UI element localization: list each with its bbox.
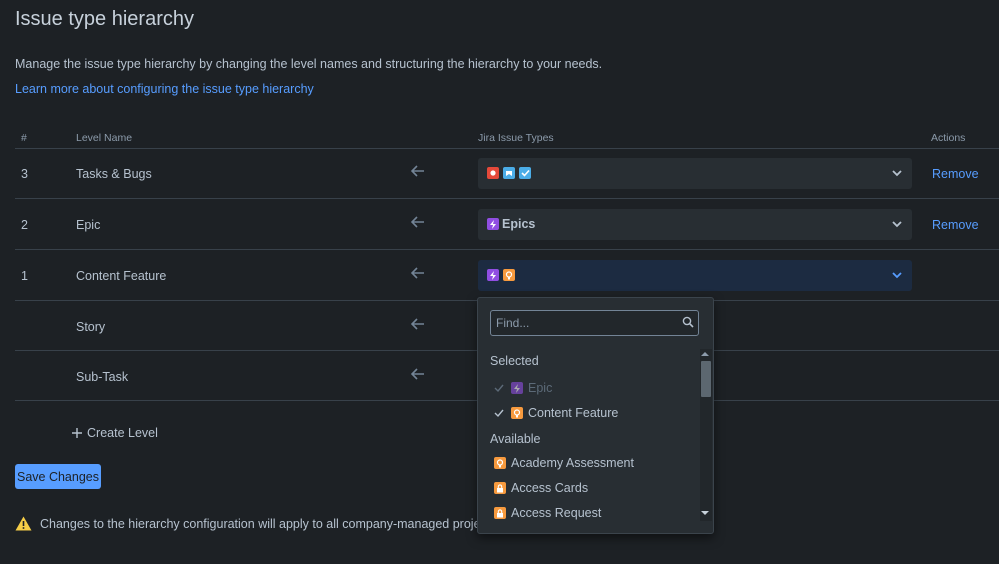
row-number: 2 <box>21 218 28 232</box>
remove-button[interactable]: Remove <box>932 167 979 181</box>
epic-icon <box>511 382 523 394</box>
header-issue-types: Jira Issue Types <box>478 132 554 144</box>
warning-icon <box>15 516 32 531</box>
find-input[interactable] <box>491 311 676 335</box>
feature-icon <box>511 407 523 419</box>
option-label: Access Cards <box>511 481 589 495</box>
check-icon <box>494 409 504 418</box>
chevron-down-icon <box>892 272 902 279</box>
level-name: Sub-Task <box>76 370 129 384</box>
chevron-down-icon <box>892 170 902 177</box>
save-changes-button[interactable]: Save Changes <box>15 464 101 489</box>
plus-icon <box>72 428 82 438</box>
scrollbar-thumb[interactable] <box>701 361 711 397</box>
row-number: 1 <box>21 269 28 283</box>
header-actions: Actions <box>931 132 966 144</box>
option-content-feature[interactable]: Content Feature <box>478 402 698 424</box>
remove-button[interactable]: Remove <box>932 218 979 232</box>
feature-icon <box>503 269 515 281</box>
divider <box>15 198 999 199</box>
option-label: Access Request <box>511 506 602 520</box>
arrow-left-icon <box>411 318 427 332</box>
issue-types-select-content-feature[interactable] <box>478 260 912 291</box>
arrow-left-icon <box>411 216 427 230</box>
divider <box>15 148 999 149</box>
arrow-left-icon <box>411 267 427 281</box>
find-field[interactable] <box>490 310 699 336</box>
arrow-left-icon <box>411 368 427 382</box>
divider <box>15 249 999 250</box>
option-epic: Epic <box>478 377 698 399</box>
option-access-cards[interactable]: Access Cards <box>478 477 714 499</box>
epic-icon <box>487 218 499 230</box>
lock-icon <box>494 482 506 494</box>
header-number: # <box>21 132 27 144</box>
option-label: Epic <box>528 381 553 395</box>
issue-types-dropdown: Selected Epic Content Feature Available … <box>477 297 714 534</box>
epic-icon <box>487 269 499 281</box>
arrow-left-icon <box>411 165 427 179</box>
option-academy-assessment[interactable]: Academy Assessment <box>478 452 714 474</box>
chevron-down-icon <box>892 221 902 228</box>
learn-more-link[interactable]: Learn more about configuring the issue t… <box>15 82 314 96</box>
scroll-down-arrow-icon[interactable] <box>701 511 709 515</box>
create-level-button[interactable]: Create Level <box>71 426 158 440</box>
page-title: Issue type hierarchy <box>15 8 194 30</box>
issue-types-select-tasks-bugs[interactable] <box>478 158 912 189</box>
level-name: Epic <box>76 218 101 232</box>
search-icon <box>682 316 694 328</box>
warning-text: Changes to the hierarchy configuration w… <box>40 516 500 531</box>
create-level-label: Create Level <box>87 426 158 440</box>
story-icon <box>503 167 515 179</box>
level-name: Tasks & Bugs <box>76 167 152 181</box>
bug-icon <box>487 167 499 179</box>
header-level-name: Level Name <box>76 132 133 144</box>
task-icon <box>519 167 531 179</box>
feature-icon <box>494 457 506 469</box>
warning-message: Changes to the hierarchy configuration w… <box>15 516 500 531</box>
option-label: Academy Assessment <box>511 456 634 470</box>
page-description: Manage the issue type hierarchy by chang… <box>15 57 603 71</box>
scroll-up-arrow-icon[interactable] <box>701 352 709 356</box>
level-name: Story <box>76 320 106 334</box>
option-label: Content Feature <box>528 406 619 420</box>
option-access-request[interactable]: Access Request <box>478 502 714 524</box>
selected-heading: Selected <box>490 354 539 368</box>
available-heading: Available <box>490 432 541 446</box>
selected-label: Epics <box>502 217 536 231</box>
lock-icon <box>494 507 506 519</box>
level-name: Content Feature <box>76 269 167 283</box>
row-number: 3 <box>21 167 28 181</box>
check-icon <box>494 384 504 393</box>
issue-types-select-epic[interactable]: Epics <box>478 209 912 240</box>
